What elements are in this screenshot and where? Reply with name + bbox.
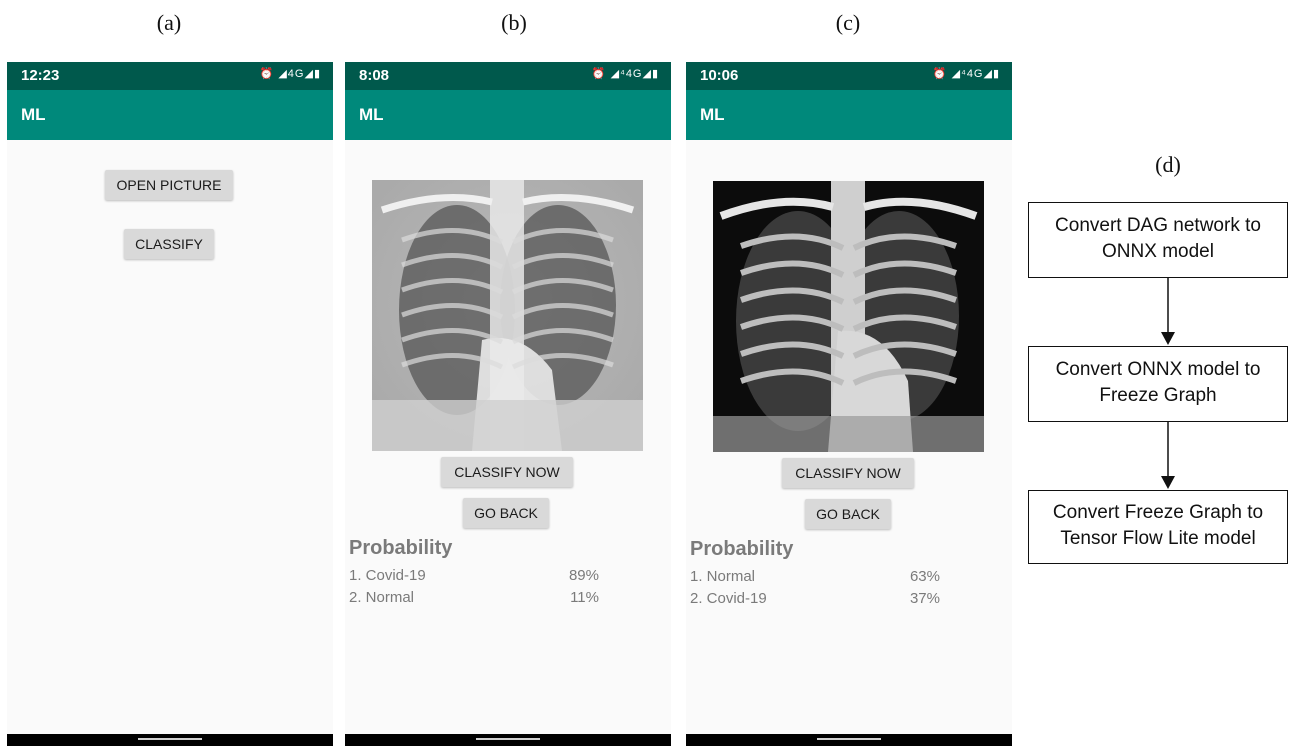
home-handle[interactable] [138, 738, 202, 740]
open-picture-button[interactable]: OPEN PICTURE [105, 170, 233, 200]
nav-bar [7, 734, 333, 746]
status-bar: 12:23 ⏰ ◢4G◢▮ [7, 62, 333, 90]
panel-label-c: (c) [835, 10, 861, 35]
nav-bar [345, 734, 671, 746]
status-bar: 10:06 ⏰ ◢⁴4G◢▮ [686, 62, 1012, 90]
flow-step-3-line1: Convert Freeze Graph to [1052, 502, 1264, 523]
status-icons: ⏰ ◢4G◢▮ [259, 68, 321, 80]
go-back-button[interactable]: GO BACK [805, 499, 891, 529]
panel-label-d: (d) [1155, 152, 1181, 177]
status-icons: ⏰ ◢⁴4G◢▮ [591, 68, 659, 80]
flow-arrow-1 [1161, 278, 1175, 345]
panel-label-a: (a) [156, 10, 182, 35]
flow-step-1: Convert DAG network to ONNX model [1028, 202, 1288, 278]
flow-step-2-line2: Freeze Graph [1099, 385, 1217, 406]
panel-label-b: (b) [501, 10, 527, 35]
probability-row: 1. Covid-19 89% [349, 567, 599, 587]
chest-xray-image [713, 181, 984, 452]
app-title: ML [700, 105, 725, 124]
probability-label: 1. Covid-19 [349, 567, 426, 584]
home-handle[interactable] [817, 738, 881, 740]
app-bar: ML [345, 90, 671, 140]
probability-label: 1. Normal [690, 568, 756, 585]
probability-row: 1. Normal 63% [690, 568, 940, 588]
classify-now-button[interactable]: CLASSIFY NOW [782, 458, 914, 488]
flow-step-3: Convert Freeze Graph to Tensor Flow Lite… [1028, 490, 1288, 564]
app-title: ML [21, 105, 46, 124]
status-time: 8:08 [359, 67, 390, 84]
home-handle[interactable] [476, 738, 540, 740]
phone-screen-b: 8:08 ⏰ ◢⁴4G◢▮ ML CLASSIFY NOW GO BACK Pr… [345, 62, 671, 746]
classify-button[interactable]: CLASSIFY [124, 229, 214, 259]
probability-row: 2. Normal 11% [349, 589, 599, 609]
flow-step-3-line2: Tensor Flow Lite model [1060, 528, 1256, 549]
phone-screen-a: 12:23 ⏰ ◢4G◢▮ ML OPEN PICTURE CLASSIFY [7, 62, 333, 746]
chest-xray-image [372, 180, 643, 451]
flow-step-1-line1: Convert DAG network to [1055, 215, 1261, 236]
probability-value: 11% [570, 589, 599, 606]
probability-label: 2. Normal [349, 589, 415, 606]
probability-heading: Probability [690, 538, 794, 560]
status-time: 10:06 [700, 67, 739, 84]
app-title: ML [359, 105, 384, 124]
status-time: 12:23 [21, 67, 60, 84]
probability-label: 2. Covid-19 [690, 590, 767, 607]
go-back-button[interactable]: GO BACK [463, 498, 549, 528]
flow-step-1-line2: ONNX model [1102, 241, 1214, 262]
flow-step-2: Convert ONNX model to Freeze Graph [1028, 346, 1288, 422]
app-bar: ML [686, 90, 1012, 140]
probability-value: 63% [909, 568, 940, 585]
phone-screen-c: 10:06 ⏰ ◢⁴4G◢▮ ML CLASSIFY NOW GO BACK P… [686, 62, 1012, 746]
flow-step-2-line1: Convert ONNX model to [1055, 359, 1261, 380]
nav-bar [686, 734, 1012, 746]
status-icons: ⏰ ◢⁴4G◢▮ [932, 68, 1000, 80]
probability-value: 37% [909, 590, 940, 607]
probability-heading: Probability [349, 537, 453, 559]
app-bar: ML [7, 90, 333, 140]
probability-row: 2. Covid-19 37% [690, 590, 940, 610]
flow-arrow-2 [1161, 422, 1175, 489]
probability-value: 89% [568, 567, 599, 584]
classify-now-button[interactable]: CLASSIFY NOW [441, 457, 573, 487]
status-bar: 8:08 ⏰ ◢⁴4G◢▮ [345, 62, 671, 90]
